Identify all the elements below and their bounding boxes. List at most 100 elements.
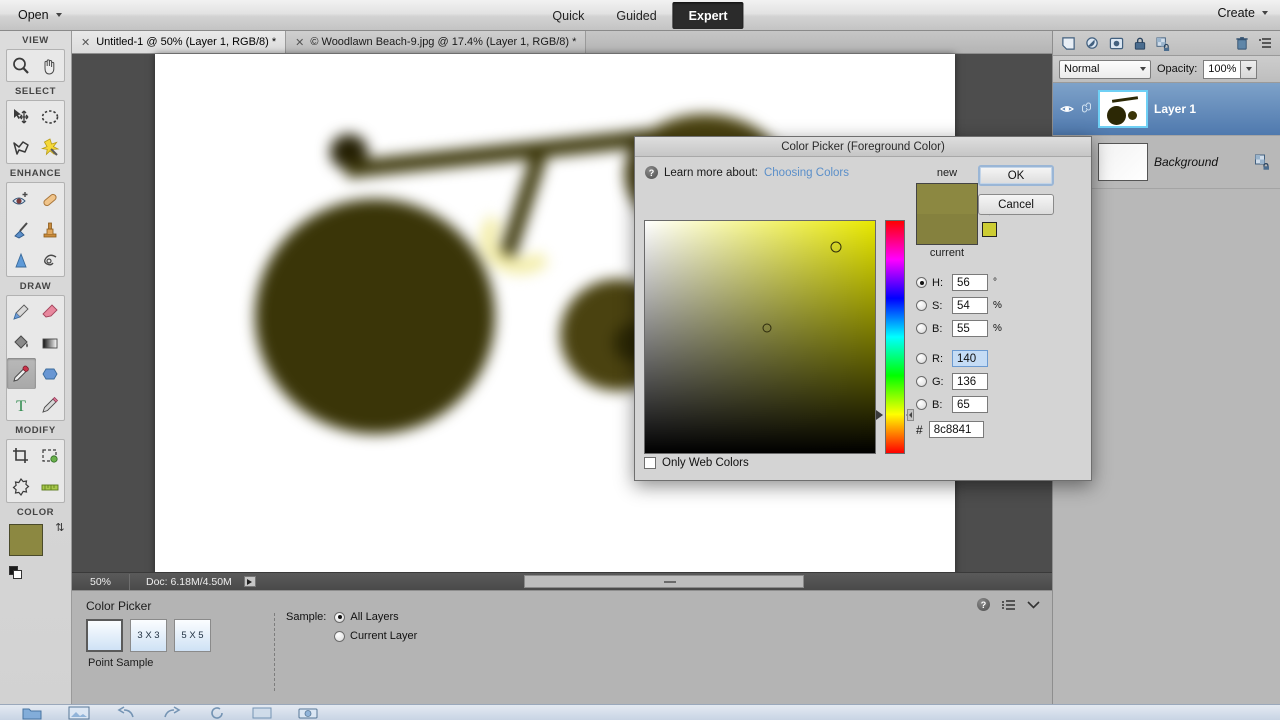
layer-visibility-toggle[interactable] [1060,104,1074,114]
saturation-brightness-field[interactable] [644,220,876,454]
sample-current-layer-option[interactable]: Current Layer [334,630,417,642]
create-button[interactable]: Create [1217,6,1268,20]
undo-arrow-icon[interactable] [116,706,136,720]
radio-icon[interactable] [916,376,927,387]
radio-icon[interactable] [916,300,927,311]
field-row-saturation[interactable]: S: 54 % [916,294,1003,317]
radio-icon[interactable] [916,277,927,288]
crop-tool[interactable] [7,440,36,471]
new-layer-icon[interactable] [1061,36,1076,51]
red-eye-tool[interactable] [7,183,36,214]
gradient-tool[interactable] [36,327,65,358]
sv-marker-secondary[interactable] [762,323,771,332]
tab-quick[interactable]: Quick [536,2,600,29]
help-icon[interactable]: ? [645,166,658,179]
sample-point-button[interactable] [86,619,123,652]
document-tab-untitled-1[interactable]: ✕ Untitled-1 @ 50% (Layer 1, RGB/8) * [72,31,286,53]
status-expand-icon[interactable] [244,576,256,587]
eraser-tool[interactable] [36,296,65,327]
field-row-blue[interactable]: B: 65 [916,393,1003,416]
hex-input[interactable]: 8c8841 [929,421,984,438]
only-web-colors-row[interactable]: Only Web Colors [644,457,749,469]
foreground-color-swatch[interactable] [9,524,43,556]
field-row-brightness[interactable]: B: 55 % [916,317,1003,340]
radio-icon[interactable] [334,612,345,623]
scroll-slider[interactable] [524,575,804,588]
red-input[interactable]: 140 [952,350,988,367]
color-preview[interactable] [916,183,978,245]
magic-wand-tool[interactable] [36,132,65,163]
close-icon[interactable]: ✕ [295,36,304,49]
hue-input[interactable]: 56 [952,274,988,291]
blend-mode-select[interactable]: Normal [1059,60,1151,79]
green-input[interactable]: 136 [952,373,988,390]
redo-arrow-icon[interactable] [162,706,182,720]
tab-expert[interactable]: Expert [673,2,744,29]
brush-tool[interactable] [7,296,36,327]
blue-input[interactable]: 65 [952,396,988,413]
layer-link-toggle[interactable] [1080,102,1092,116]
smart-brush-tool[interactable] [7,214,36,245]
brightness-input[interactable]: 55 [952,320,988,337]
hand-tool[interactable] [36,50,65,81]
rotate-icon[interactable] [208,706,226,720]
hue-slider[interactable] [885,220,905,454]
clone-stamp-tool[interactable] [36,214,65,245]
sample-all-layers-option[interactable]: Sample: All Layers [286,611,417,623]
opacity-value[interactable]: 100% [1203,60,1241,79]
layer-mask-icon[interactable] [1109,36,1124,51]
color-picker-dialog[interactable]: Color Picker (Foreground Color) ? Learn … [634,136,1092,481]
recompose-tool[interactable] [36,440,65,471]
sample-5x5-button[interactable]: 5 X 5 [174,619,211,652]
radio-icon[interactable] [334,631,345,642]
document-tab-woodlawn-beach[interactable]: ✕ © Woodlawn Beach-9.jpg @ 17.4% (Layer … [286,31,586,53]
web-safe-color-swatch[interactable] [982,222,997,237]
layer-row-layer-1[interactable]: Layer 1 [1053,83,1280,136]
field-row-green[interactable]: G: 136 [916,370,1003,393]
panel-collapse-icon[interactable] [907,409,914,421]
trash-icon[interactable] [1235,36,1249,51]
layer-thumbnail[interactable] [1098,90,1148,128]
lock-transparency-icon[interactable] [1156,36,1171,51]
panel-menu-icon[interactable] [1258,37,1272,49]
choosing-colors-link[interactable]: Choosing Colors [764,167,849,179]
radio-icon[interactable] [916,399,927,410]
field-row-hue[interactable]: H: 56 ° [916,271,1003,294]
opacity-stepper-icon[interactable] [1241,60,1257,79]
folder-icon[interactable] [22,706,42,720]
radio-icon[interactable] [916,353,927,364]
layer-thumbnail[interactable] [1098,143,1148,181]
blur-tool[interactable] [7,245,36,276]
marquee-tool[interactable] [36,101,65,132]
type-tool[interactable]: T [7,389,36,420]
field-row-red[interactable]: R: 140 [916,347,1003,370]
radio-icon[interactable] [916,323,927,334]
zoom-tool[interactable] [7,50,36,81]
pencil-tool[interactable] [36,389,65,420]
hex-color-row[interactable]: # 8c8841 [916,421,984,438]
opacity-control[interactable]: 100% [1203,60,1257,79]
default-colors-icon[interactable] [9,566,23,580]
lock-icon[interactable] [1133,36,1147,51]
shape-tool[interactable] [36,358,65,389]
swap-colors-icon[interactable]: ⇅ [55,521,64,534]
saturation-input[interactable]: 54 [952,297,988,314]
straighten-tool[interactable] [36,471,65,502]
lasso-tool[interactable] [7,132,36,163]
only-web-colors-checkbox[interactable] [644,457,656,469]
zoom-level[interactable]: 50% [72,574,130,590]
tab-guided[interactable]: Guided [600,2,672,29]
window-icon[interactable] [252,706,272,720]
paint-bucket-tool[interactable] [7,327,36,358]
color-picker-tool[interactable] [7,358,36,389]
ok-button[interactable]: OK [978,165,1054,186]
move-tool[interactable] [7,101,36,132]
healing-brush-tool[interactable] [36,183,65,214]
cookie-cutter-tool[interactable] [7,471,36,502]
adjustment-layer-icon[interactable] [1085,36,1100,51]
cancel-button[interactable]: Cancel [978,194,1054,215]
sample-3x3-button[interactable]: 3 X 3 [130,619,167,652]
sv-marker-primary[interactable] [830,241,841,252]
sponge-tool[interactable] [36,245,65,276]
open-button[interactable]: Open [14,6,66,24]
